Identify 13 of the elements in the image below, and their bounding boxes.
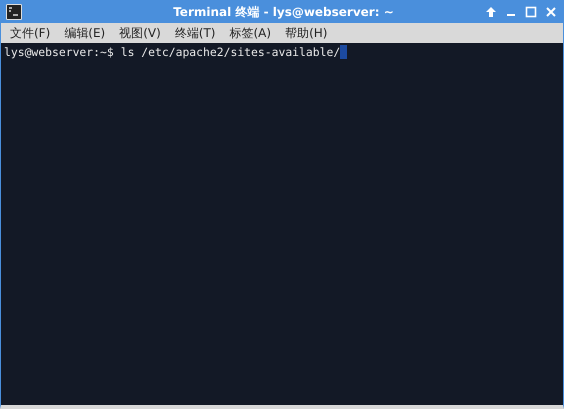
terminal-icon — [6, 4, 22, 20]
up-arrow-icon[interactable] — [485, 6, 497, 18]
terminal-command: ls /etc/apache2/sites-available/ — [120, 45, 340, 59]
menu-item[interactable]: 终端(T) — [174, 24, 216, 42]
maximize-icon[interactable] — [525, 6, 537, 18]
menu-item[interactable]: 标签(A) — [230, 24, 272, 42]
menu-item[interactable]: 帮助(H) — [285, 24, 328, 42]
window-title: Terminal 终端 - lys@webserver: ~ — [172, 4, 395, 20]
menu-item[interactable]: 视图(V) — [119, 24, 161, 42]
menu-item[interactable]: 编辑(E) — [64, 24, 106, 42]
close-icon[interactable] — [545, 6, 557, 18]
terminal-prompt: lys@webserver:~$ — [4, 45, 114, 59]
menu-item[interactable]: 文件(F) — [10, 24, 50, 42]
